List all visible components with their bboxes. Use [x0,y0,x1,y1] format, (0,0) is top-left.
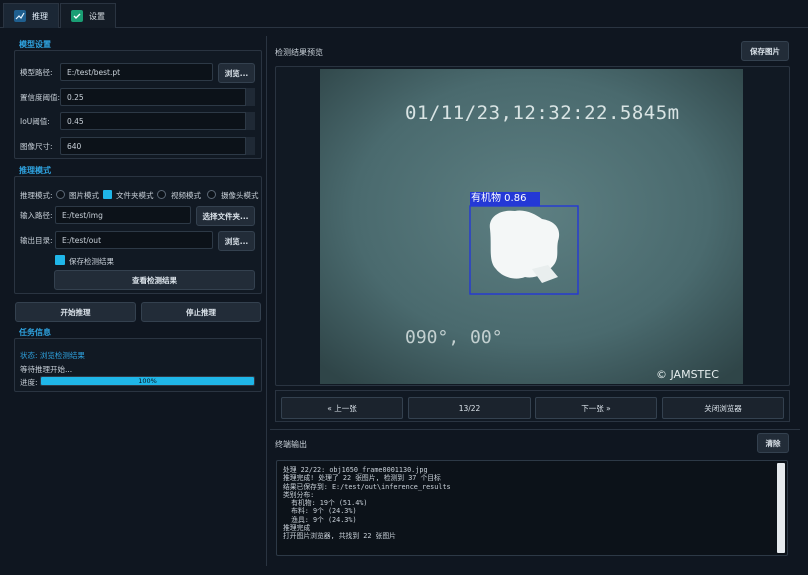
start-inference-button[interactable]: 开始推理 [15,302,136,322]
terminal-scrollbar[interactable] [777,463,785,553]
panel-divider [266,36,267,566]
model-path-label: 模型路径: [20,68,53,77]
image-size-spinbox[interactable]: 640 [60,137,255,155]
save-results-label: 保存检测结果 [69,257,114,266]
radio-camera-mode[interactable] [207,190,216,199]
timestamp-overlay: 01/11/23,12:32:22.5845m [405,102,680,124]
heading-overlay: 090°, 00° [405,327,503,348]
terminal-output: 处理 22/22: obj1650_frame0001130.jpg 推理完成!… [276,460,788,556]
terminal-line: 布料: 9个 (24.3%) [283,507,357,516]
radio-video-mode[interactable] [157,190,166,199]
iou-threshold-label: IoU阈值: [20,117,50,126]
iou-spin-arrows[interactable] [245,112,255,130]
view-results-button[interactable]: 查看检测结果 [54,270,255,290]
model-settings-title: 模型设置 [19,40,51,49]
terminal-line: 类别分布: [283,490,315,499]
task-info-title: 任务信息 [19,328,51,337]
terminal-line: 打开图片浏览器, 共找到 22 张图片 [283,532,396,541]
top-tab-bar: 推理 设置 [0,0,808,28]
radio-folder-mode-label: 文件夹模式 [116,191,154,200]
input-path-input[interactable]: E:/test/img [55,206,191,224]
watermark: © JAMSTEC [656,368,719,381]
radio-image-mode-label: 图片模式 [69,191,99,200]
tab-inference[interactable]: 推理 [3,3,59,28]
waiting-text: 等待推理开始... [20,365,73,374]
clear-button[interactable]: 清除 [757,433,789,453]
progress-bar: 100% [40,376,255,386]
select-folder-button[interactable]: 选择文件夹... [196,206,255,226]
terminal-line: 有机物: 19个 (51.4%) [283,499,368,508]
output-dir-input[interactable]: E:/test/out [55,231,213,249]
chart-icon [14,10,26,22]
save-results-checkbox[interactable] [55,255,65,265]
tab-inference-label: 推理 [32,11,48,21]
radio-folder-mode[interactable] [103,190,112,199]
stop-inference-button[interactable]: 停止推理 [141,302,261,322]
tab-settings-label: 设置 [89,11,105,21]
progress-text: 100% [138,377,157,385]
detection-image: 有机物 0.86 01/11/23,12:32:22.5845m 090°, 0… [320,69,743,384]
preview-title: 检测结果预览 [275,48,323,57]
status-text: 状态: 浏览检测结果 [20,351,85,360]
terminal-line: 结果已保存到: E:/test/out\inference_results [283,482,451,491]
tab-settings[interactable]: 设置 [60,3,116,28]
conf-threshold-spinbox[interactable]: 0.25 [60,88,255,106]
model-path-input[interactable]: E:/test/best.pt [60,63,213,81]
mode-label: 推理模式: [20,191,53,200]
detection-label: 有机物 0.86 [471,193,527,204]
conf-threshold-label: 置信度阈值: [20,93,61,102]
image-navigation-bar: « 上一张 13/22 下一张 » 关闭浏览器 [275,390,790,422]
image-size-label: 图像尺寸: [20,142,53,151]
conf-spin-arrows[interactable] [245,88,255,106]
image-counter: 13/22 [408,397,531,419]
iou-threshold-spinbox[interactable]: 0.45 [60,112,255,130]
next-image-button[interactable]: 下一张 » [535,397,657,419]
inference-mode-title: 推理模式 [19,166,51,175]
input-path-label: 输入路径: [20,211,53,220]
progress-label: 进度: [20,378,38,387]
prev-image-button[interactable]: « 上一张 [281,397,403,419]
size-spin-arrows[interactable] [245,137,255,155]
radio-image-mode[interactable] [56,190,65,199]
terminal-line: 渔具: 9个 (24.3%) [283,515,357,524]
check-icon [71,10,83,22]
terminal-title: 终端输出 [275,440,307,449]
output-dir-label: 输出目录: [20,236,53,245]
output-browse-button[interactable]: 浏览... [218,231,255,251]
terminal-line: 推理完成! 处理了 22 张图片, 检测到 37 个目标 [283,474,441,483]
radio-video-mode-label: 视频模式 [171,191,201,200]
model-browse-button[interactable]: 浏览... [218,63,255,83]
radio-camera-mode-label: 摄像头模式 [221,191,259,200]
section-divider [270,429,800,430]
close-browser-button[interactable]: 关闭浏览器 [662,397,784,419]
save-image-button[interactable]: 保存图片 [741,41,789,61]
